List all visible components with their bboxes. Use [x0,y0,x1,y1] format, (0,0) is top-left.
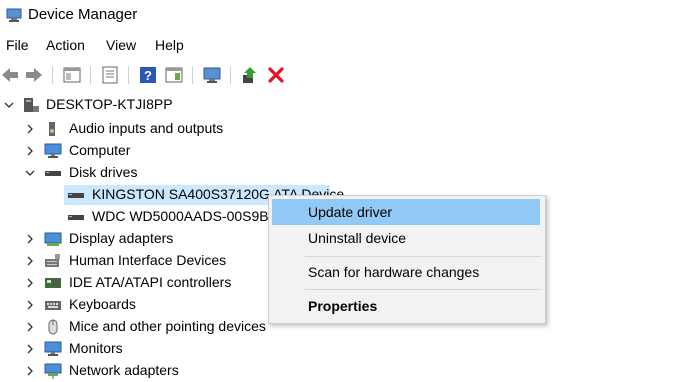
tree-node-disk-drives[interactable]: Disk drives [0,162,678,184]
disk-drive-icon [67,209,85,225]
context-menu-label: Update driver [308,204,393,220]
tree-node-label: Network adapters [69,362,179,378]
menu-help[interactable]: Help [155,37,184,53]
context-menu-uninstall-device[interactable]: Uninstall device [272,225,540,251]
context-menu-label: Uninstall device [308,230,407,246]
speaker-icon [44,121,62,137]
display-adapter-icon [44,231,62,247]
keyboard-icon [44,297,62,313]
tree-node-audio[interactable]: Audio inputs and outputs [0,118,678,140]
show-hide-console-tree-icon[interactable] [62,65,82,85]
back-arrow-icon[interactable] [0,65,20,85]
toolbar-separator [230,66,231,84]
toolbar-separator [52,66,53,84]
context-menu: Update driver Uninstall device Scan for … [268,195,546,324]
tree-node-label: Display adapters [69,230,174,246]
tree-node-label: Human Interface Devices [69,252,227,268]
tree-node-monitors[interactable]: Monitors [0,338,678,360]
tree-node-label: Monitors [69,340,123,356]
chevron-right-icon[interactable] [24,298,36,312]
help-icon[interactable]: ? [138,65,158,85]
chevron-right-icon[interactable] [24,232,36,246]
tree-node-computer[interactable]: Computer [0,140,678,162]
tree-node-label: WDC WD5000AADS-00S9B0 [92,208,277,224]
context-menu-separator [305,289,541,290]
disk-drive-icon [67,187,85,203]
monitor-icon [44,143,62,159]
disk-drive-icon [44,165,62,181]
properties-icon[interactable] [100,65,120,85]
forward-arrow-icon[interactable] [24,65,44,85]
toolbar-separator [90,66,91,84]
context-menu-update-driver[interactable]: Update driver [272,199,540,225]
tree-root-label: DESKTOP-KTJI8PP [46,96,173,112]
context-menu-label: Properties [308,298,378,314]
action-pane-icon[interactable] [164,65,184,85]
toolbar-separator [192,66,193,84]
menu-view[interactable]: View [106,37,136,53]
mouse-icon [44,319,62,335]
chevron-right-icon[interactable] [24,254,36,268]
tree-node-label: Mice and other pointing devices [69,318,266,334]
chevron-right-icon[interactable] [24,364,36,378]
context-menu-properties[interactable]: Properties [272,293,540,319]
toolbar: ? [0,62,678,88]
tree-root[interactable]: DESKTOP-KTJI8PP [0,94,678,116]
tree-node-label: Keyboards [69,296,136,312]
scan-hardware-icon[interactable] [202,65,222,85]
menu-file[interactable]: File [6,37,29,53]
chevron-right-icon[interactable] [24,122,36,136]
ide-controller-icon [44,275,62,291]
update-driver-icon[interactable] [240,65,260,85]
svg-text:?: ? [144,68,152,83]
context-menu-separator [305,256,541,257]
menu-bar: File Action View Help [0,34,678,58]
chevron-down-icon[interactable] [3,98,15,112]
chevron-right-icon[interactable] [24,276,36,290]
window-title: Device Manager [28,6,138,23]
menu-action[interactable]: Action [46,37,85,53]
hid-icon [44,253,62,269]
computer-icon [22,97,40,113]
title-bar: Device Manager [0,0,678,32]
tree-node-label: Audio inputs and outputs [69,120,224,136]
context-menu-scan-hardware[interactable]: Scan for hardware changes [272,259,540,285]
device-manager-app-icon [6,8,22,22]
uninstall-device-icon[interactable] [266,65,286,85]
chevron-down-icon[interactable] [24,166,36,180]
tree-node-network-adapters[interactable]: Network adapters [0,360,678,382]
toolbar-separator [128,66,129,84]
tree-node-label: Computer [69,142,131,158]
chevron-right-icon[interactable] [24,144,36,158]
tree-node-label: IDE ATA/ATAPI controllers [69,274,232,290]
tree-node-label: Disk drives [69,164,138,180]
monitor-icon [44,341,62,357]
context-menu-label: Scan for hardware changes [308,264,480,280]
chevron-right-icon[interactable] [24,320,36,334]
chevron-right-icon[interactable] [24,342,36,356]
